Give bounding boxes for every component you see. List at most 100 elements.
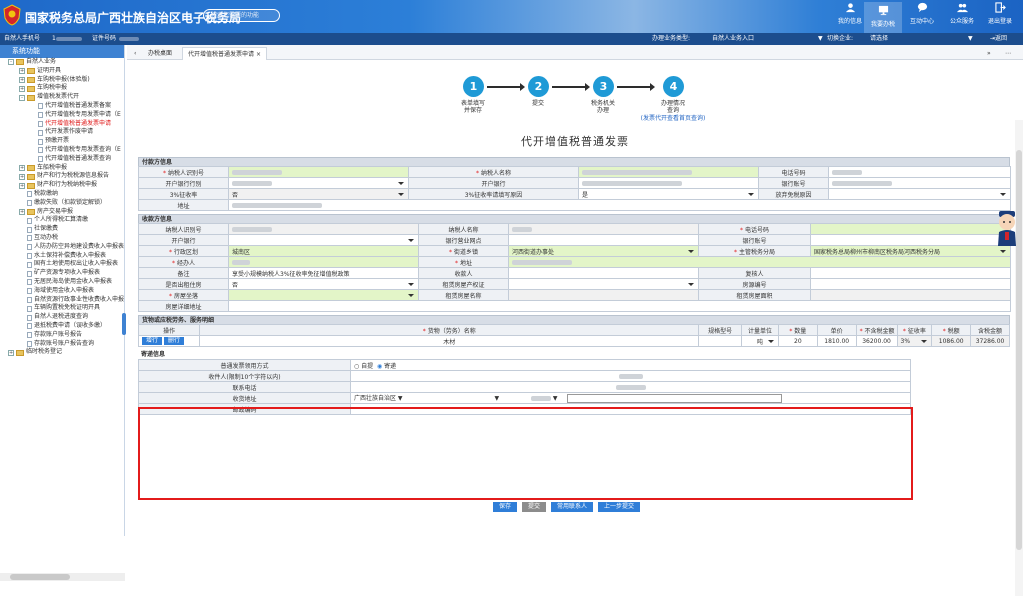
tab-prev-icon[interactable]: ‹ — [129, 47, 141, 60]
handler-input[interactable] — [228, 256, 419, 268]
house-name-input[interactable] — [508, 289, 699, 301]
province-select[interactable]: 广西壮族自治区 — [354, 395, 396, 402]
price-input[interactable]: 1810.00 — [816, 335, 857, 347]
expand-icon[interactable]: + — [19, 68, 25, 75]
invoice-query-link[interactable]: (发票代开查看首页查询) — [623, 115, 723, 122]
save-button[interactable]: 保存 — [493, 502, 518, 512]
payee-person-input[interactable] — [508, 267, 699, 279]
expand-icon[interactable]: + — [8, 349, 14, 356]
sidebar-item[interactable]: - 自然人业务 — [0, 58, 124, 67]
sidebar-item[interactable]: 代开增值税普通发票备案 — [0, 102, 124, 111]
sidebar-item[interactable]: 代开增值税专用发票查询（E — [0, 146, 124, 155]
collapse-icon[interactable]: - — [8, 59, 14, 66]
sidebar-item[interactable]: 税款缴纳 — [0, 190, 124, 199]
payer-taxid-input[interactable] — [228, 166, 409, 178]
sidebar-item[interactable]: 自然资源行政事业性收费收入申报 — [0, 296, 124, 305]
address-detail-input[interactable] — [567, 394, 783, 403]
payee-bank-select[interactable] — [228, 234, 419, 246]
sidebar-item[interactable]: + 临时税务登记 — [0, 348, 124, 357]
street-select[interactable]: 河西街道办事处 — [508, 245, 699, 257]
prev-submit-button[interactable]: 上一步提交 — [598, 502, 641, 512]
add-row-button[interactable]: 增行 — [142, 337, 163, 345]
assistant-mascot-icon[interactable] — [995, 210, 1019, 248]
business-type-select[interactable]: 自然人业务入口 — [712, 33, 754, 45]
tab-home[interactable]: 办税桌面 — [143, 47, 177, 60]
sidebar-item[interactable]: - 增值税发票代开 — [0, 93, 124, 102]
qty-input[interactable]: 20 — [777, 335, 818, 347]
contact-phone-input[interactable] — [350, 381, 911, 393]
property-cert-select[interactable] — [508, 278, 699, 290]
expand-icon[interactable]: + — [19, 164, 25, 171]
sidebar-item[interactable]: 退抵税费申请（误收多缴） — [0, 322, 124, 331]
nav-public-service[interactable]: 公众服务 — [950, 2, 974, 25]
sidebar-item[interactable]: 海域使用金收入申报表 — [0, 287, 124, 296]
sidebar-item[interactable]: 人防办防空异地建设费收入申报表 — [0, 243, 124, 252]
payer-bank-input[interactable] — [578, 177, 759, 189]
back-button[interactable]: ⇥ 返回 — [990, 33, 1007, 45]
sidebar-item[interactable]: 矿产资源专项收入申报表 — [0, 269, 124, 278]
search-input[interactable]: 搜索您需要的功能 — [203, 9, 280, 22]
radio-self-pickup[interactable]: ○ 自提 — [354, 363, 373, 370]
district-select[interactable]: 城南区 — [228, 245, 419, 257]
sidebar-item[interactable]: 预缴开票 — [0, 137, 124, 146]
sidebar-item[interactable]: 代开增值税普通发票查询 — [0, 155, 124, 164]
expand-icon[interactable]: + — [19, 208, 25, 215]
sidebar-item[interactable]: + 财产和行为税税源信息报告 — [0, 172, 124, 181]
payer-bank-type-select[interactable] — [228, 177, 409, 189]
payee-name-input[interactable] — [508, 223, 699, 235]
sidebar-item[interactable]: 存款账号账户报告查询 — [0, 340, 124, 349]
unit-select[interactable]: 吨 — [741, 335, 779, 347]
amount-input[interactable]: 36200.00 — [855, 335, 898, 347]
payer-address-input[interactable] — [228, 199, 1011, 211]
expand-icon[interactable]: + — [19, 173, 25, 180]
rate-select[interactable]: 3% — [896, 335, 933, 347]
sidebar-item[interactable]: 无居民海岛使用金收入申报表 — [0, 278, 124, 287]
spec-input[interactable] — [698, 335, 743, 347]
sidebar-item[interactable]: + 证明开具 — [0, 67, 124, 76]
payer-name-input[interactable] — [578, 166, 759, 178]
sidebar-item[interactable]: 缴款失败（扣款锁定解锁） — [0, 199, 124, 208]
expand-icon[interactable]: + — [19, 182, 25, 189]
remark-input[interactable]: 享受小规模纳税人3%征收率免征增值税政策 — [228, 267, 419, 279]
rate-3pct-select[interactable]: 否 — [228, 188, 409, 200]
sidebar-scrollbar[interactable] — [0, 573, 125, 581]
nav-my-info[interactable]: 我的信息 — [838, 2, 862, 25]
tab-next-icon[interactable]: » — [982, 47, 996, 60]
payee-branch-input[interactable] — [508, 234, 699, 246]
delete-row-button[interactable]: 删行 — [164, 337, 185, 345]
frequent-contacts-button[interactable]: 常用联系人 — [551, 502, 594, 512]
sidebar-item[interactable]: 存款账户账号报告 — [0, 331, 124, 340]
content-scrollbar[interactable] — [1015, 120, 1023, 596]
payee-account-input[interactable] — [810, 234, 1011, 246]
sidebar-collapse-handle[interactable] — [122, 313, 126, 335]
radio-post[interactable]: ◉ — [377, 363, 382, 370]
close-icon[interactable]: × — [256, 51, 261, 58]
house-number-input[interactable] — [810, 278, 1011, 290]
payer-phone-input[interactable] — [828, 166, 1011, 178]
sidebar-item[interactable]: 代开增值税专用发票申请（E — [0, 111, 124, 120]
submit-button[interactable]: 提交 — [522, 502, 547, 512]
sidebar-item[interactable]: + 财产和行为税纳税申报 — [0, 181, 124, 190]
recipient-input[interactable] — [350, 370, 911, 382]
expand-icon[interactable]: + — [19, 76, 25, 83]
expand-icon[interactable]: + — [19, 85, 25, 92]
reviewer-input[interactable] — [810, 267, 1011, 279]
sidebar-item[interactable]: 自然人退税进度查询 — [0, 313, 124, 322]
payee-address-input[interactable] — [508, 256, 1011, 268]
goods-name-input[interactable]: 木材 — [199, 335, 700, 347]
nav-logout[interactable]: 退出登录 — [988, 2, 1012, 25]
nav-interaction-center[interactable]: 互动中心 — [910, 2, 934, 25]
waiver-reason-select[interactable] — [828, 188, 1011, 200]
more-icon[interactable]: ⋯ — [1000, 47, 1016, 60]
rate-reason-select[interactable]: 是 — [578, 188, 759, 200]
sidebar-item[interactable]: + 车购税申报 — [0, 84, 124, 93]
sidebar-item[interactable]: 社保缴费 — [0, 225, 124, 234]
sidebar-item[interactable]: 个人所得税汇算清缴 — [0, 216, 124, 225]
house-location-select[interactable] — [228, 289, 419, 301]
sidebar-item[interactable]: 互动办税 — [0, 234, 124, 243]
tab-active-invoice[interactable]: 代开增值税普通发票申请 × — [182, 47, 267, 60]
payer-account-input[interactable] — [828, 177, 1011, 189]
payee-phone-input[interactable] — [810, 223, 1011, 235]
house-address-input[interactable] — [228, 300, 1011, 312]
collapse-icon[interactable]: - — [19, 94, 25, 101]
